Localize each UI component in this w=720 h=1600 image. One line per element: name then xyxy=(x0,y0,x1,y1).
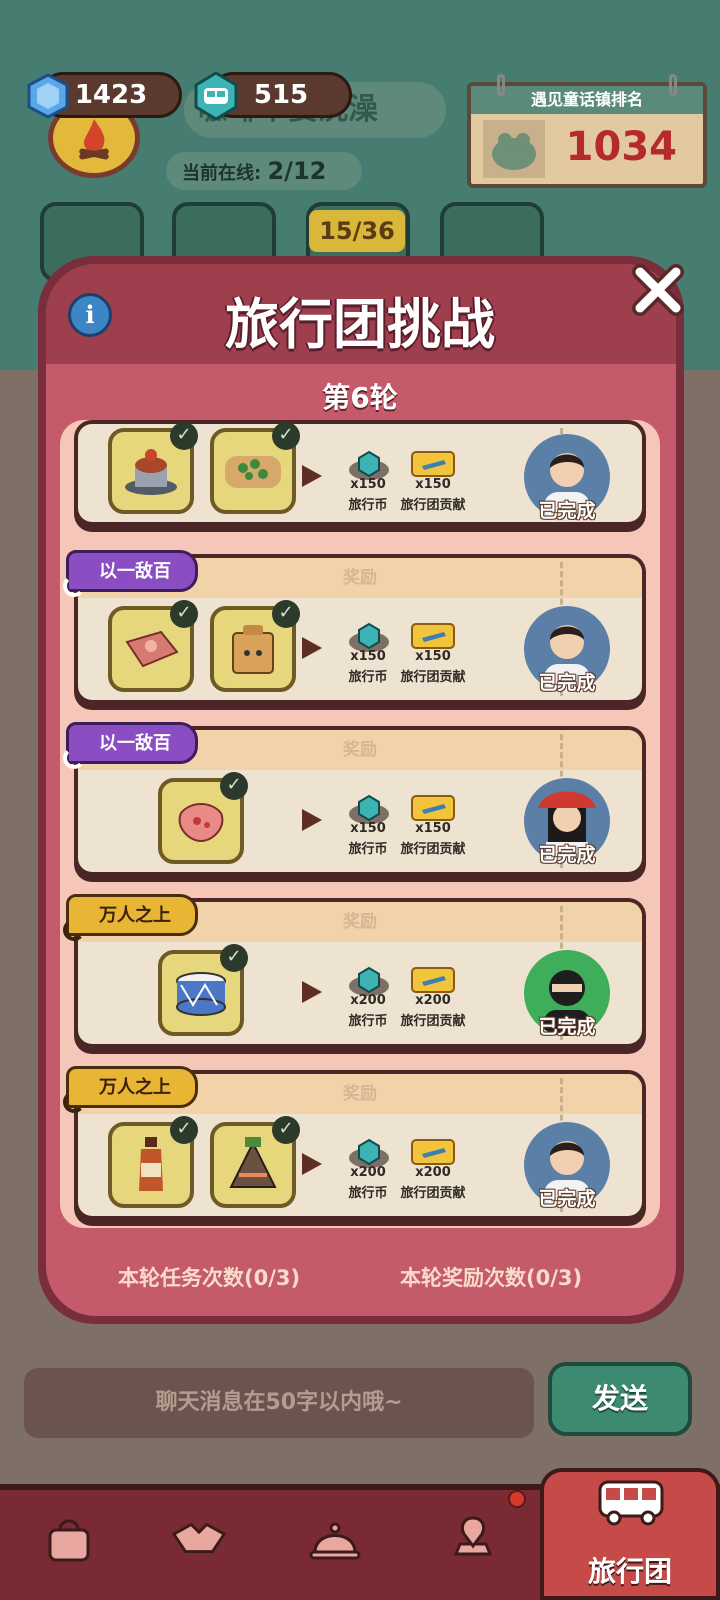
round-label: 第6轮 xyxy=(322,381,398,414)
sauce-bottle-icon: ✓ xyxy=(108,1116,198,1208)
ticket-icon xyxy=(411,451,455,477)
ring-decoration xyxy=(669,74,677,96)
tag-curl xyxy=(63,919,85,941)
rank-board[interactable]: 遇见童话镇排名 1034 xyxy=(467,74,707,188)
contrib-amount: x200 xyxy=(415,1165,451,1180)
tag-label: 以一敌百 xyxy=(99,561,171,582)
coin-amount: x150 xyxy=(350,649,386,664)
contrib-label: 旅行团贡献 xyxy=(400,498,466,513)
check-icon: ✓ xyxy=(220,944,248,972)
check-icon: ✓ xyxy=(272,600,300,628)
online-count: 2/12 xyxy=(267,157,327,185)
coin-label: 旅行币 xyxy=(348,842,388,857)
diamond-icon xyxy=(22,70,74,122)
tag-curl xyxy=(63,747,85,769)
tag-label: 万人之上 xyxy=(99,905,171,926)
status-completed: 已完成 xyxy=(538,1016,596,1038)
tag-label: 万人之上 xyxy=(99,1077,171,1098)
coin-label: 旅行币 xyxy=(348,498,388,513)
bus-icon xyxy=(596,1474,666,1532)
status-completed: 已完成 xyxy=(538,672,596,694)
close-icon[interactable] xyxy=(630,262,686,318)
coin-label: 旅行币 xyxy=(348,1186,388,1201)
progress-badge: 15/36 xyxy=(309,210,405,252)
ticket-icon xyxy=(411,1139,455,1165)
arrow-icon xyxy=(302,637,322,659)
contrib-amount: x150 xyxy=(415,649,451,664)
diamond-count: 1423 xyxy=(74,80,148,110)
map-icon[interactable] xyxy=(444,1510,502,1568)
coin-label: 旅行币 xyxy=(348,1014,388,1029)
check-icon: ✓ xyxy=(272,422,300,450)
contrib-label: 旅行团贡献 xyxy=(400,842,466,857)
status-completed: 已完成 xyxy=(538,1188,596,1210)
info-icon[interactable]: i xyxy=(68,293,112,337)
coin-amount: x150 xyxy=(350,477,386,492)
status-completed: 已完成 xyxy=(538,500,596,522)
contrib-amount: x150 xyxy=(415,821,451,836)
check-icon: ✓ xyxy=(272,1116,300,1144)
handshake-icon[interactable] xyxy=(170,1510,228,1568)
tag-curl xyxy=(63,1091,85,1113)
coin-amount: x150 xyxy=(350,821,386,836)
candy-icon: ✓ xyxy=(158,772,248,864)
arrow-icon xyxy=(302,981,322,1003)
toast-icon: ✓ xyxy=(210,422,300,514)
online-label: 当前在线: xyxy=(182,163,262,184)
contrib-label: 旅行团贡献 xyxy=(400,1014,466,1029)
coin-amount: x200 xyxy=(350,993,386,1008)
challenge-tag: 万人之上 xyxy=(63,1066,198,1113)
check-icon: ✓ xyxy=(170,600,198,628)
contrib-label: 旅行团贡献 xyxy=(400,1186,466,1201)
challenge-tag: 以一敌百 xyxy=(63,550,198,597)
reward-count: 本轮奖励次数(0/3) xyxy=(400,1266,583,1290)
frog-emblem-icon xyxy=(483,120,545,178)
contrib-label: 旅行团贡献 xyxy=(400,670,466,685)
check-icon: ✓ xyxy=(170,1116,198,1144)
arrow-icon xyxy=(302,1153,322,1175)
shop-bag-icon[interactable] xyxy=(40,1510,98,1568)
coin-label: 旅行币 xyxy=(348,670,388,685)
pudding-icon: ✓ xyxy=(108,422,198,514)
meat-icon: ✓ xyxy=(108,600,198,692)
ticket-icon xyxy=(411,967,455,993)
notification-dot xyxy=(508,1490,526,1508)
status-completed: 已完成 xyxy=(538,844,596,866)
ring-decoration xyxy=(497,74,505,96)
task-count: 本轮任务次数(0/3) xyxy=(118,1266,301,1290)
drum-icon: ✓ xyxy=(158,944,248,1036)
bag-icon: ✓ xyxy=(210,600,300,692)
online-status: 当前在线: 2/12 xyxy=(166,152,362,190)
coin-count: 515 xyxy=(253,80,309,110)
arrow-icon xyxy=(302,809,322,831)
cloche-icon[interactable] xyxy=(306,1510,364,1568)
contrib-amount: x200 xyxy=(415,993,451,1008)
check-icon: ✓ xyxy=(170,422,198,450)
chat-input[interactable]: 聊天消息在50字以内哦~ xyxy=(24,1368,534,1438)
challenge-tag: 以一敌百 xyxy=(63,722,198,769)
check-icon: ✓ xyxy=(220,772,248,800)
send-button[interactable]: 发送 xyxy=(548,1362,692,1436)
ticket-icon xyxy=(411,623,455,649)
arrow-icon xyxy=(302,465,322,487)
tab-label: 旅行团 xyxy=(587,1555,672,1588)
onigiri-icon: ✓ xyxy=(210,1116,300,1208)
contrib-amount: x150 xyxy=(415,477,451,492)
tag-label: 以一敌百 xyxy=(99,733,171,754)
travel-coin-icon xyxy=(190,70,242,122)
ticket-icon xyxy=(411,795,455,821)
rank-value: 1034 xyxy=(565,124,677,170)
tag-curl xyxy=(63,575,85,597)
challenge-tag: 万人之上 xyxy=(63,894,198,941)
coin-amount: x200 xyxy=(350,1165,386,1180)
